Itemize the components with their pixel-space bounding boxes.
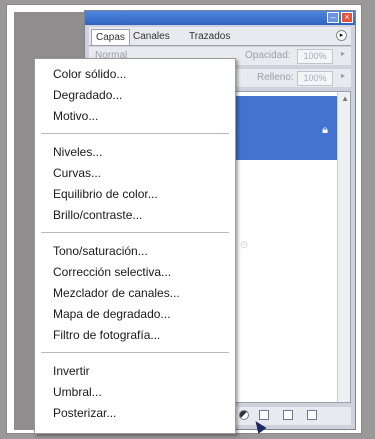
menu-item-color-solido[interactable]: Color sólido... xyxy=(53,65,126,83)
tab-capas[interactable]: Capas xyxy=(91,29,130,45)
panel-tabs: Capas Canales Trazados ▸ xyxy=(89,27,351,46)
menu-item-filtro-de-fotografia[interactable]: Filtro de fotografía... xyxy=(53,326,160,344)
menu-item-mezclador-de-canales[interactable]: Mezclador de canales... xyxy=(53,284,180,302)
menu-item-degradado[interactable]: Degradado... xyxy=(53,86,122,104)
menu-item-umbral[interactable]: Umbral... xyxy=(53,383,102,401)
menu-item-invertir[interactable]: Invertir xyxy=(53,362,90,380)
menu-item-tono-saturacion[interactable]: Tono/saturación... xyxy=(53,242,148,260)
trash-icon[interactable] xyxy=(307,410,317,420)
layers-scrollbar[interactable]: ▲ xyxy=(337,92,350,402)
menu-item-posterizar[interactable]: Posterizar... xyxy=(53,404,116,422)
tab-canales[interactable]: Canales xyxy=(129,29,174,45)
lock-icon: 🔒︎ xyxy=(322,124,328,136)
fill-field[interactable]: 100% xyxy=(297,71,333,86)
fill-arrow-icon[interactable]: ▸ xyxy=(341,71,345,80)
opacity-arrow-icon[interactable]: ▸ xyxy=(341,49,345,58)
close-icon[interactable]: × xyxy=(341,12,353,23)
menu-item-niveles[interactable]: Niveles... xyxy=(53,143,102,161)
opacity-label: Opacidad: xyxy=(245,50,291,61)
menu-item-correccion-selectiva[interactable]: Corrección selectiva... xyxy=(53,263,171,281)
menu-item-brillo-contraste[interactable]: Brillo/contraste... xyxy=(53,206,142,224)
opacity-field[interactable]: 100% xyxy=(297,49,333,64)
minimize-icon[interactable]: – xyxy=(327,12,339,23)
new-layer-icon[interactable] xyxy=(283,410,293,420)
adjustment-layer-menu: Color sólido... Degradado... Motivo... N… xyxy=(34,58,236,434)
menu-item-equilibrio-de-color[interactable]: Equilibrio de color... xyxy=(53,185,158,203)
scroll-up-icon[interactable]: ▲ xyxy=(341,94,349,103)
menu-item-curvas[interactable]: Curvas... xyxy=(53,164,101,182)
fill-label: Relleno: xyxy=(257,72,294,83)
panel-titlebar: – × xyxy=(85,11,355,25)
tab-trazados[interactable]: Trazados xyxy=(185,29,234,45)
menu-separator xyxy=(41,133,229,134)
panel-menu-icon[interactable]: ▸ xyxy=(336,30,347,41)
adjustment-layer-icon[interactable] xyxy=(239,410,249,420)
menu-item-motivo[interactable]: Motivo... xyxy=(53,107,98,125)
menu-item-mapa-de-degradado[interactable]: Mapa de degradado... xyxy=(53,305,170,323)
faint-mark-icon: ⊙ xyxy=(240,240,249,251)
menu-separator xyxy=(41,232,229,233)
menu-separator xyxy=(41,352,229,353)
